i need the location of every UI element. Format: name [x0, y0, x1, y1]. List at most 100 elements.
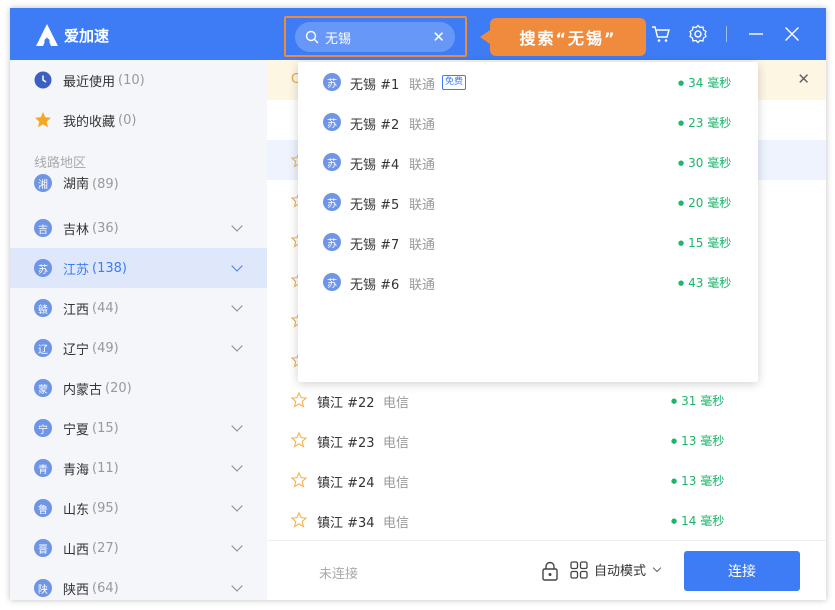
- sidebar-item-region[interactable]: 宁 宁夏 (15): [10, 408, 267, 448]
- chevron-down-icon[interactable]: [231, 300, 243, 312]
- server-ping: 43 毫秒: [678, 274, 731, 291]
- close-icon: [785, 27, 799, 41]
- chevron-down-icon[interactable]: [231, 340, 243, 352]
- sidebar-item-label: 湖南: [63, 177, 90, 192]
- sidebar-item-count: (64): [92, 580, 119, 596]
- sidebar-item-label: 江苏: [63, 262, 90, 278]
- sidebar-item-count: (44): [92, 300, 119, 316]
- app-logo: 爱加速: [34, 22, 109, 48]
- sidebar-item-favorites[interactable]: 我的收藏 (0): [10, 100, 267, 140]
- server-name: 无锡 #1: [350, 78, 400, 93]
- search-input[interactable]: [325, 29, 433, 45]
- title-bar: 爱加速 ✕ 搜索“无锡”: [10, 8, 826, 60]
- clock-icon: [34, 71, 52, 89]
- connection-status: 未连接: [319, 567, 359, 582]
- logo-icon: [36, 24, 58, 46]
- server-ping: 30 毫秒: [678, 154, 731, 171]
- star-icon[interactable]: [291, 432, 307, 448]
- mode-selector[interactable]: 自动模式: [570, 560, 662, 579]
- titlebar-separator: [726, 26, 727, 42]
- sidebar-item-region[interactable]: 青 青海 (11): [10, 448, 267, 488]
- server-ping: 31 毫秒: [671, 392, 724, 409]
- server-ping: 23 毫秒: [678, 114, 731, 131]
- sidebar-item-region[interactable]: 吉 吉林 (36): [10, 208, 267, 248]
- table-row[interactable]: 镇江 #22 电信 31 毫秒: [267, 380, 826, 420]
- lock-icon[interactable]: [541, 561, 559, 581]
- region-badge: 蒙: [34, 379, 52, 397]
- chevron-down-icon[interactable]: [231, 500, 243, 512]
- server-name: 无锡 #4: [350, 158, 400, 173]
- settings-button[interactable]: [687, 23, 709, 45]
- server-ping: 14 毫秒: [671, 512, 724, 529]
- server-isp: 联通: [409, 198, 436, 213]
- server-name: 镇江 #34: [317, 516, 375, 531]
- server-ping: 34 毫秒: [678, 74, 731, 91]
- table-row[interactable]: 镇江 #23 电信 13 毫秒: [267, 420, 826, 460]
- chevron-down-icon[interactable]: [231, 460, 243, 472]
- sidebar-item-region[interactable]: 蒙 内蒙古 (20): [10, 368, 267, 408]
- sidebar: 最近使用 (10) 我的收藏 (0) 线路地区 湘 湖南 (89) 吉 吉林 (…: [10, 60, 267, 600]
- sidebar-item-region[interactable]: 鲁 山东 (95): [10, 488, 267, 528]
- region-badge: 吉: [34, 219, 52, 237]
- sidebar-item-label: 我的收藏: [63, 114, 116, 130]
- sidebar-item-count: (11): [92, 460, 119, 476]
- chevron-down-icon[interactable]: [231, 260, 243, 272]
- cart-button[interactable]: [650, 23, 672, 45]
- list-item[interactable]: 苏 无锡 #6 联通 43 毫秒: [298, 262, 758, 302]
- table-row[interactable]: 镇江 #34 电信 14 毫秒: [267, 500, 826, 540]
- server-name: 镇江 #22: [317, 396, 375, 411]
- sidebar-item-count: (27): [92, 540, 119, 556]
- mode-label: 自动模式: [594, 564, 647, 579]
- close-icon[interactable]: ✕: [797, 70, 810, 88]
- region-badge: 鲁: [34, 499, 52, 517]
- table-row[interactable]: 镇江 #24 电信 13 毫秒: [267, 460, 826, 500]
- minimize-icon: [749, 33, 763, 35]
- sidebar-item-count: (89): [92, 177, 119, 192]
- search-box[interactable]: ✕: [295, 22, 455, 52]
- region-badge: 晋: [34, 539, 52, 557]
- sidebar-item-count: (20): [105, 380, 132, 396]
- chevron-down-icon[interactable]: [231, 540, 243, 552]
- sidebar-item-label: 青海: [63, 462, 90, 478]
- app-window: 爱加速 ✕ 搜索“无锡”: [10, 8, 826, 600]
- server-name: 无锡 #7: [350, 238, 400, 253]
- sidebar-item-count: (0): [118, 112, 137, 128]
- sidebar-item-region[interactable]: 赣 江西 (44): [10, 288, 267, 328]
- sidebar-item-label: 陕西: [63, 582, 90, 598]
- star-icon[interactable]: [291, 472, 307, 488]
- sidebar-item-region[interactable]: 湘 湖南 (89): [10, 168, 267, 192]
- sidebar-item-count: (15): [92, 420, 119, 436]
- list-item[interactable]: 苏 无锡 #7 联通 15 毫秒: [298, 222, 758, 262]
- star-icon[interactable]: [291, 392, 307, 408]
- sidebar-item-recent[interactable]: 最近使用 (10): [10, 60, 267, 100]
- chevron-down-icon[interactable]: [231, 420, 243, 432]
- grid-icon: [570, 560, 588, 579]
- server-isp: 联通: [409, 278, 436, 293]
- server-ping: 20 毫秒: [678, 194, 731, 211]
- server-isp: 电信: [383, 436, 410, 451]
- sidebar-item-label: 辽宁: [63, 342, 90, 358]
- sidebar-item-region[interactable]: 晋 山西 (27): [10, 528, 267, 568]
- list-item[interactable]: 苏 无锡 #4 联通 30 毫秒: [298, 142, 758, 182]
- region-badge: 青: [34, 459, 52, 477]
- sidebar-item-region-selected[interactable]: 苏 江苏 (138): [10, 248, 267, 288]
- server-isp: 电信: [383, 476, 410, 491]
- server-name: 无锡 #6: [350, 278, 400, 293]
- list-item[interactable]: 苏 无锡 #5 联通 20 毫秒: [298, 182, 758, 222]
- star-icon[interactable]: [291, 512, 307, 528]
- search-callout: 搜索“无锡”: [480, 18, 646, 56]
- sidebar-item-region[interactable]: 陕 陕西 (64): [10, 568, 267, 600]
- star-icon: [35, 112, 51, 128]
- close-button[interactable]: [781, 23, 803, 45]
- minimize-button[interactable]: [745, 23, 767, 45]
- list-item[interactable]: 苏 无锡 #1 联通 免费 34 毫秒: [298, 62, 758, 102]
- list-item[interactable]: 苏 无锡 #2 联通 23 毫秒: [298, 102, 758, 142]
- sidebar-item-region[interactable]: 辽 辽宁 (49): [10, 328, 267, 368]
- clear-icon[interactable]: ✕: [432, 28, 445, 46]
- chevron-down-icon[interactable]: [231, 220, 243, 232]
- free-badge: 免费: [442, 75, 467, 90]
- app-name: 爱加速: [64, 26, 110, 45]
- connect-button[interactable]: 连接: [684, 551, 800, 591]
- chevron-down-icon[interactable]: [231, 580, 243, 592]
- region-badge: 陕: [34, 579, 52, 597]
